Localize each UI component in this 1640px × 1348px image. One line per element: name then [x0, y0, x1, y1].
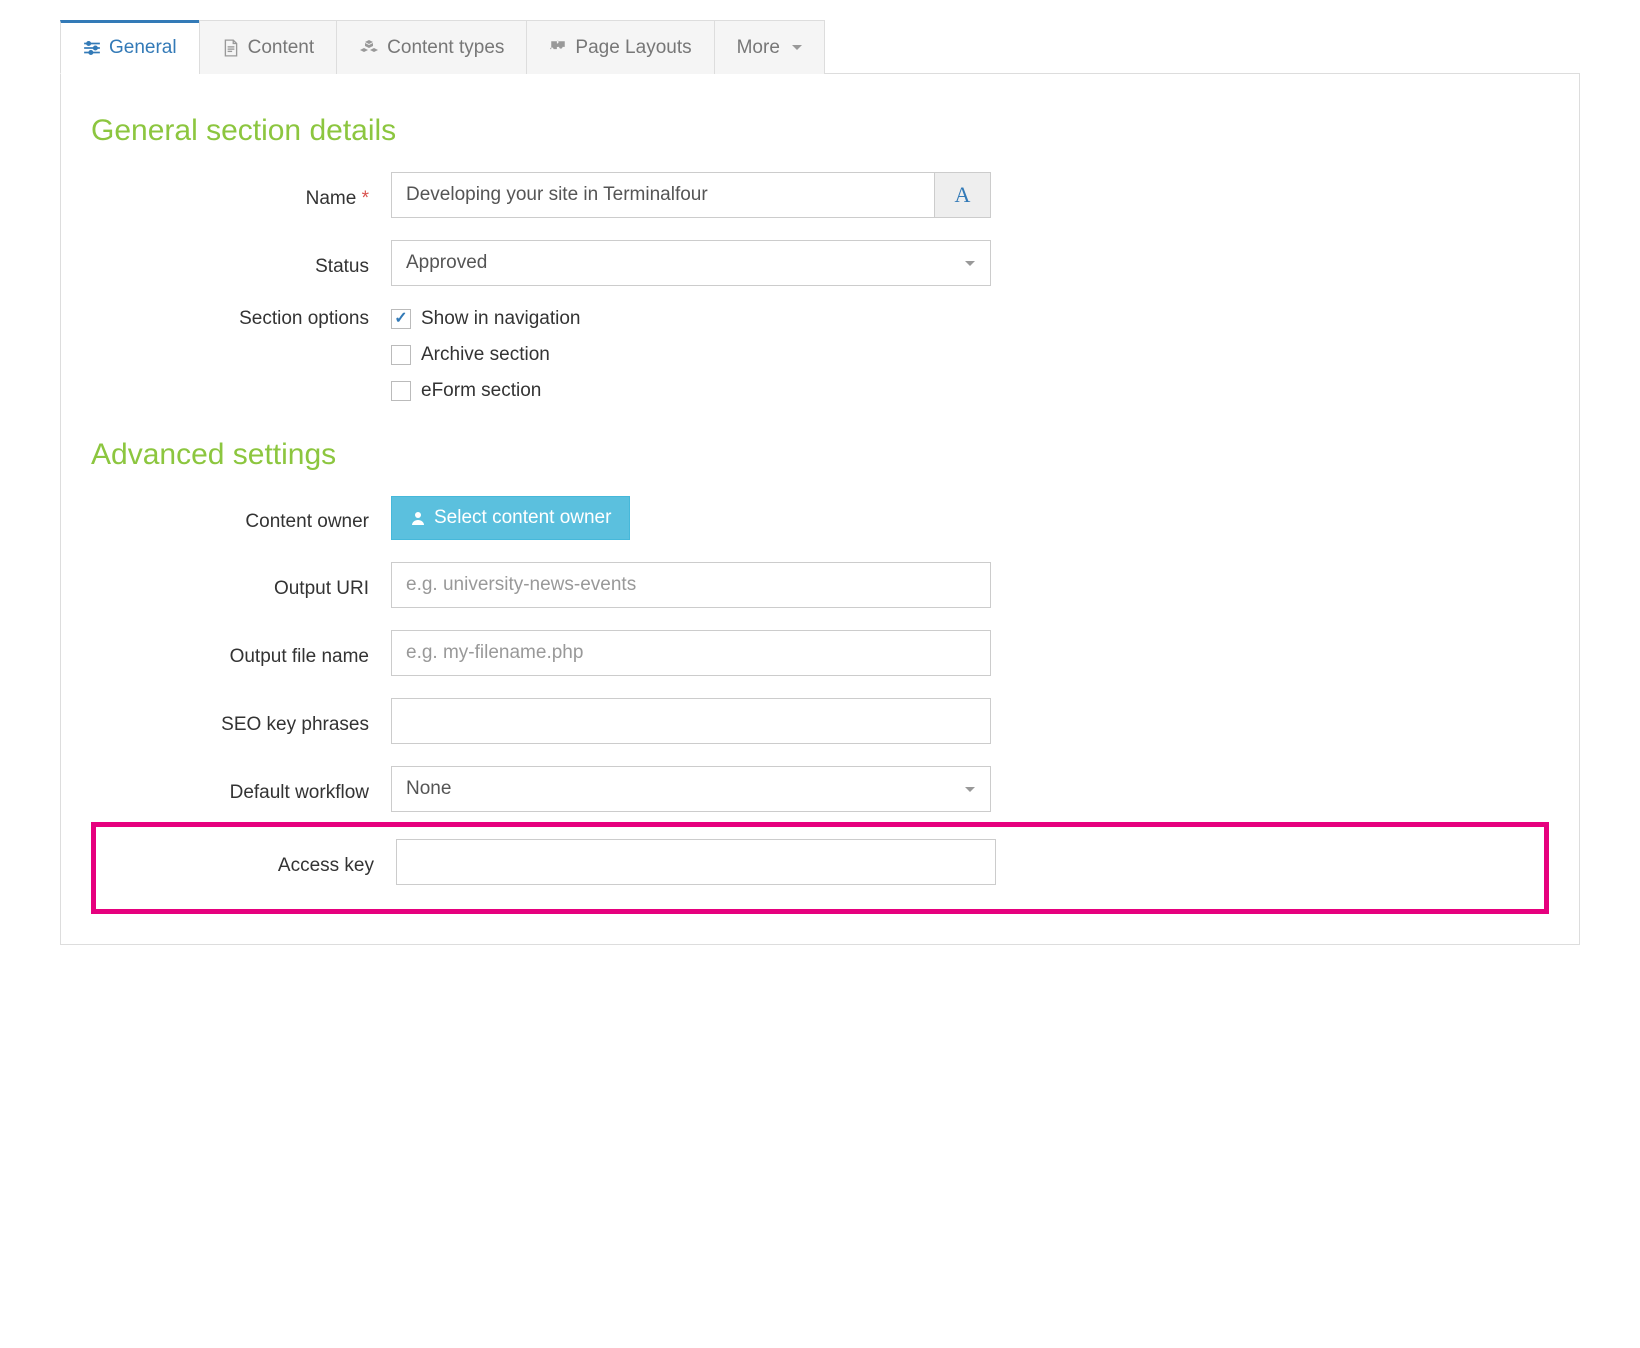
tab-label: General	[109, 37, 177, 59]
label-content-owner: Content owner	[91, 503, 391, 533]
checkbox-archive[interactable]	[391, 345, 411, 365]
label-seo: SEO key phrases	[91, 706, 391, 736]
row-output-filename: Output file name	[91, 630, 1549, 676]
row-name: Name * A	[91, 172, 1549, 218]
label-default-workflow: Default workflow	[91, 774, 391, 804]
default-workflow-select[interactable]	[391, 766, 991, 812]
heading-advanced: Advanced settings	[91, 438, 1549, 472]
seo-input[interactable]	[391, 698, 991, 744]
tab-label: Content types	[387, 37, 504, 59]
button-label: Select content owner	[434, 507, 611, 529]
output-uri-input[interactable]	[391, 562, 991, 608]
cubes-icon	[359, 39, 379, 57]
panel: General section details Name * A Status …	[60, 74, 1580, 945]
tab-bar: General Content Content types Page Layou…	[60, 20, 1580, 74]
label-output-filename: Output file name	[91, 638, 391, 668]
select-content-owner-button[interactable]: Select content owner	[391, 496, 630, 540]
tab-content[interactable]: Content	[199, 20, 338, 74]
output-filename-input[interactable]	[391, 630, 991, 676]
caret-down-icon	[792, 45, 802, 50]
row-access-key: Access key	[96, 839, 1544, 885]
puzzle-icon	[549, 39, 567, 57]
row-seo: SEO key phrases	[91, 698, 1549, 744]
access-key-highlight: Access key	[91, 822, 1549, 914]
label-access-key: Access key	[96, 847, 396, 877]
checkbox-label: Show in navigation	[421, 308, 581, 330]
label-name: Name *	[91, 180, 391, 210]
tab-general[interactable]: General	[60, 20, 200, 74]
checkbox-eform[interactable]	[391, 381, 411, 401]
name-input[interactable]	[391, 172, 935, 218]
row-content-owner: Content owner Select content owner	[91, 496, 1549, 540]
label-status: Status	[91, 248, 391, 278]
sliders-icon	[83, 39, 101, 57]
tab-label: Page Layouts	[575, 37, 691, 59]
font-addon-button[interactable]: A	[935, 172, 991, 218]
access-key-input[interactable]	[396, 839, 996, 885]
row-output-uri: Output URI	[91, 562, 1549, 608]
label-output-uri: Output URI	[91, 570, 391, 600]
document-icon	[222, 39, 240, 57]
label-section-options: Section options	[91, 308, 391, 330]
tab-page-layouts[interactable]: Page Layouts	[526, 20, 714, 74]
checkbox-show-nav[interactable]	[391, 309, 411, 329]
option-show-nav: Show in navigation	[391, 308, 991, 330]
row-section-options: Section options Show in navigation Archi…	[91, 308, 1549, 416]
checkbox-label: Archive section	[421, 344, 550, 366]
user-icon	[410, 510, 426, 526]
tab-label: More	[737, 37, 780, 59]
option-archive: Archive section	[391, 344, 991, 366]
tab-label: Content	[248, 37, 315, 59]
font-icon: A	[955, 182, 971, 208]
heading-general: General section details	[91, 114, 1549, 148]
checkbox-label: eForm section	[421, 380, 541, 402]
tab-panel-general: General section details Name * A Status …	[61, 74, 1579, 944]
option-eform: eForm section	[391, 380, 991, 402]
status-select[interactable]	[391, 240, 991, 286]
required-mark: *	[362, 188, 369, 209]
row-default-workflow: Default workflow	[91, 766, 1549, 812]
tab-more[interactable]: More	[714, 20, 825, 74]
row-status: Status	[91, 240, 1549, 286]
tab-content-types[interactable]: Content types	[336, 20, 527, 74]
